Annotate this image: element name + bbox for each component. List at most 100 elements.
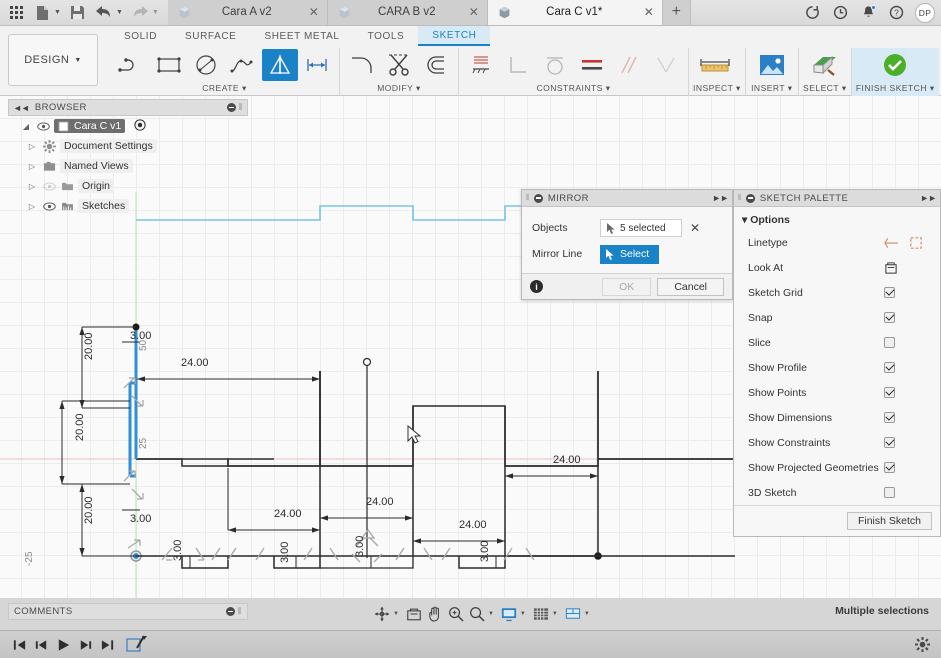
expand-arrow-icon[interactable]: ◢ <box>20 122 32 131</box>
options-section-header[interactable]: ▾ Options <box>734 207 940 230</box>
show-profile-checkbox[interactable] <box>884 362 895 373</box>
expand-right-icon[interactable]: ►► <box>920 193 937 203</box>
panel-inspect-label[interactable]: INSPECT ▾ <box>693 82 741 96</box>
browser-item-origin[interactable]: ▷ Origin <box>8 176 248 196</box>
tab-sketch[interactable]: SKETCH <box>418 26 491 46</box>
show-constraints-checkbox[interactable] <box>884 437 895 448</box>
browser-item-root[interactable]: ◢ Cara C v1 <box>8 116 248 136</box>
show-points-checkbox[interactable] <box>884 387 895 398</box>
finish-sketch-button[interactable]: Finish Sketch <box>846 512 932 530</box>
parallel-icon[interactable] <box>611 49 647 81</box>
job-status-icon[interactable] <box>827 0 853 26</box>
new-document-caret-icon[interactable]: ▼ <box>54 9 64 16</box>
zoom-window-caret-icon[interactable]: ▼ <box>488 611 494 617</box>
close-icon[interactable]: ✕ <box>309 5 319 19</box>
collapse-icon[interactable] <box>225 607 235 616</box>
fillet-icon[interactable] <box>344 49 380 81</box>
visibility-eye-icon[interactable] <box>42 182 56 191</box>
tab-tools[interactable]: TOOLS <box>354 27 419 45</box>
panel-select-label[interactable]: SELECT ▾ <box>803 82 847 96</box>
offset-icon[interactable] <box>418 49 454 81</box>
grid-apps-icon[interactable] <box>4 1 28 25</box>
comments-panel-header[interactable]: COMMENTS ⦀ <box>8 603 248 620</box>
play-icon[interactable] <box>52 634 74 656</box>
visibility-eye-icon[interactable] <box>36 122 50 131</box>
fix-ground-icon[interactable] <box>463 49 499 81</box>
orbit-icon[interactable] <box>372 603 392 625</box>
sketch-feature-icon[interactable] <box>124 634 150 656</box>
notifications-icon[interactable] <box>855 0 881 26</box>
midpoint-icon[interactable] <box>648 49 684 81</box>
construction-icon[interactable] <box>909 236 923 250</box>
tab-sheet-metal[interactable]: SHEET METAL <box>250 27 353 45</box>
display-settings-icon[interactable] <box>499 603 519 625</box>
ok-button[interactable]: OK <box>602 277 652 296</box>
snap-checkbox[interactable] <box>884 312 895 323</box>
grid-snaps-icon[interactable] <box>531 603 551 625</box>
collapse-left-icon[interactable]: ◄◄ <box>13 103 30 113</box>
perpendicular-icon[interactable] <box>500 49 536 81</box>
go-to-end-icon[interactable] <box>96 634 118 656</box>
browser-item-sketches[interactable]: ▷ Sketches <box>8 196 248 216</box>
insert-image-icon[interactable] <box>750 49 794 81</box>
panel-finish-sketch[interactable]: FINISH SKETCH ▾ <box>851 48 939 96</box>
spline-icon[interactable] <box>225 49 261 81</box>
circle-icon[interactable] <box>188 49 224 81</box>
centerline-icon[interactable] <box>884 236 899 250</box>
workspace-selector[interactable]: DESIGN ▼ <box>8 34 98 86</box>
step-back-icon[interactable] <box>30 634 52 656</box>
rectangle-icon[interactable] <box>151 49 187 81</box>
avatar[interactable]: DP <box>915 2 935 23</box>
close-icon[interactable]: ✕ <box>469 5 479 19</box>
viewports-caret-icon[interactable]: ▼ <box>584 611 590 617</box>
mirror-line-select-button[interactable]: Select <box>600 244 660 264</box>
visibility-eye-icon[interactable] <box>42 202 56 211</box>
panel-modify-label[interactable]: MODIFY ▾ <box>344 82 454 96</box>
activate-component-icon[interactable] <box>134 118 146 134</box>
pan-icon[interactable] <box>425 603 445 625</box>
panel-insert-label[interactable]: INSERT ▾ <box>750 82 794 96</box>
panel-finish-sketch-label[interactable]: FINISH SKETCH ▾ <box>856 82 935 96</box>
mirror-objects-field[interactable]: 5 selected <box>600 219 682 237</box>
sketch-palette-header[interactable]: ⦀ SKETCH PALETTE ►► <box>734 190 940 207</box>
expand-arrow-icon[interactable]: ▷ <box>26 202 38 211</box>
measure-icon[interactable] <box>693 49 737 81</box>
save-icon[interactable] <box>66 1 90 25</box>
resize-grip-icon[interactable]: ⦀ <box>238 606 242 617</box>
green-check-icon[interactable] <box>873 49 917 81</box>
tab-surface[interactable]: SURFACE <box>171 27 250 45</box>
expand-right-icon[interactable]: ►► <box>712 193 729 203</box>
cancel-button[interactable]: Cancel <box>657 277 724 296</box>
new-tab-button[interactable]: + <box>662 0 691 25</box>
minimize-icon[interactable] <box>533 193 543 203</box>
expand-arrow-icon[interactable]: ▷ <box>26 162 38 171</box>
collapse-icon[interactable] <box>226 103 236 112</box>
redo-icon[interactable] <box>128 1 152 25</box>
close-icon[interactable]: ✕ <box>644 5 654 19</box>
document-tab-1[interactable]: CARA B v2 ✕ <box>327 0 488 25</box>
look-at-icon[interactable] <box>404 603 424 625</box>
trim-scissors-icon[interactable] <box>381 49 417 81</box>
slice-checkbox[interactable] <box>884 337 895 348</box>
grid-snaps-caret-icon[interactable]: ▼ <box>552 611 558 617</box>
browser-item-document-settings[interactable]: ▷ Document Settings <box>8 136 248 156</box>
info-icon[interactable]: i <box>530 280 543 293</box>
zoom-icon[interactable] <box>446 603 466 625</box>
sketch-dimension-icon[interactable] <box>299 49 335 81</box>
go-to-beginning-icon[interactable] <box>8 634 30 656</box>
3d-sketch-checkbox[interactable] <box>884 487 895 498</box>
expand-arrow-icon[interactable]: ▷ <box>26 142 38 151</box>
redo-caret-icon[interactable]: ▼ <box>152 9 162 16</box>
new-document-icon[interactable] <box>30 1 54 25</box>
display-settings-caret-icon[interactable]: ▼ <box>520 611 526 617</box>
clear-selection-icon[interactable]: ✕ <box>690 221 700 235</box>
orbit-caret-icon[interactable]: ▼ <box>393 611 399 617</box>
expand-arrow-icon[interactable]: ▷ <box>26 182 38 191</box>
browser-item-named-views[interactable]: ▷ Named Views <box>8 156 248 176</box>
help-icon[interactable]: ? <box>883 0 909 26</box>
mirror-dialog-header[interactable]: ⦀ MIRROR ►► <box>522 190 732 207</box>
line-icon[interactable] <box>114 49 150 81</box>
panel-constraints-label[interactable]: CONSTRAINTS ▾ <box>463 82 684 96</box>
tangent-icon[interactable] <box>537 49 573 81</box>
step-forward-icon[interactable] <box>74 634 96 656</box>
